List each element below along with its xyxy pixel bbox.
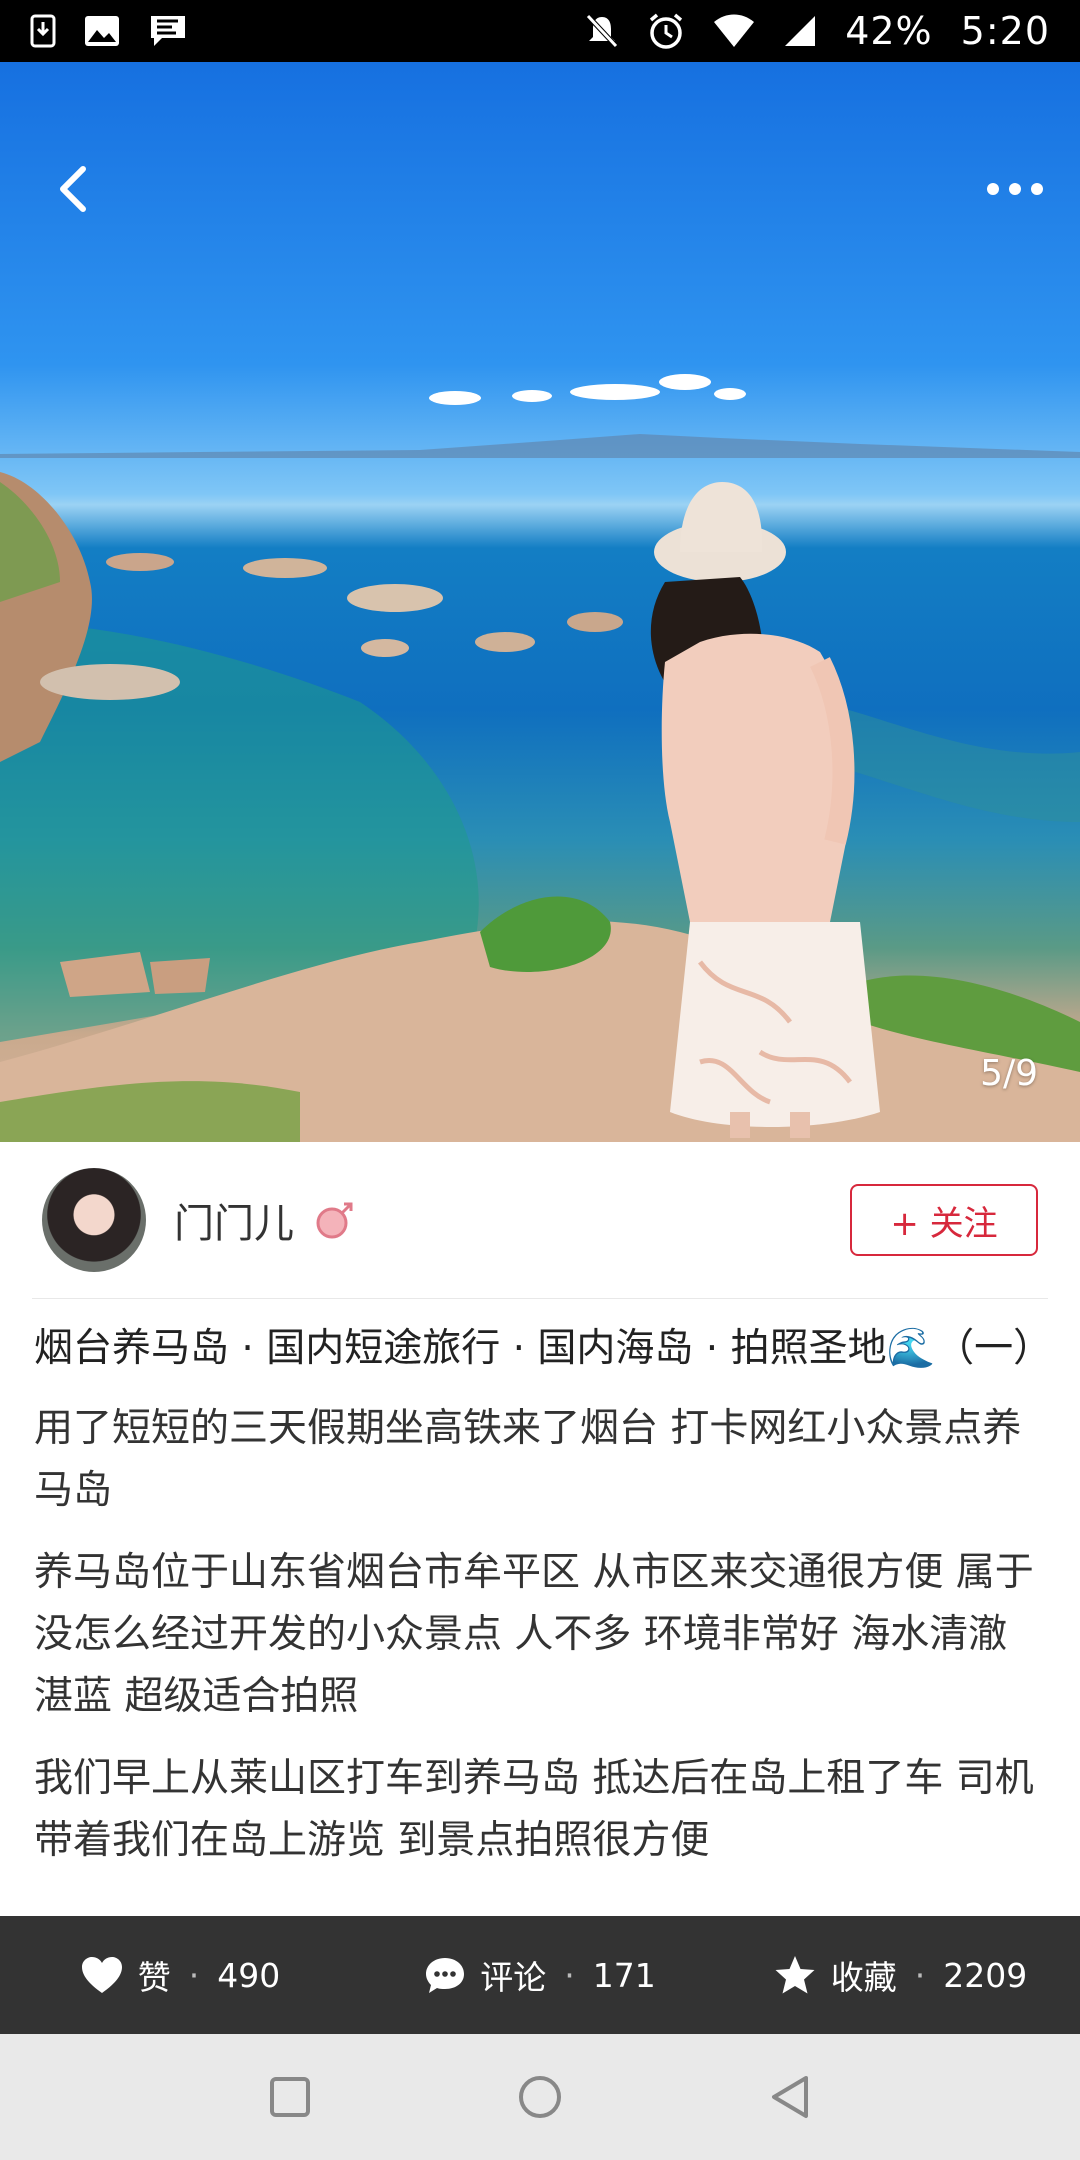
circle-icon <box>519 2076 561 2118</box>
chevron-left-icon <box>60 166 86 212</box>
post-title: 烟台养马岛 · 国内短途旅行 · 国内海岛 · 拍照圣地🌊（一） <box>34 1326 1044 1371</box>
separator-dot: · <box>914 1955 926 1995</box>
separator-dot: · <box>188 1955 200 1995</box>
status-right: 42% 5:20 <box>585 9 1050 53</box>
star-icon <box>775 1956 815 1994</box>
home-button[interactable] <box>505 2062 575 2132</box>
more-options-button[interactable] <box>970 144 1060 234</box>
divider <box>32 1298 1048 1299</box>
post-content[interactable]: 烟台养马岛 · 国内短途旅行 · 国内海岛 · 拍照圣地🌊（一） 用了短短的三天… <box>34 1310 1044 1914</box>
beach-photo <box>0 374 1080 1142</box>
triangle-back-icon <box>772 2076 808 2118</box>
author-row: 门门儿 + 关注 <box>0 1142 1080 1298</box>
download-icon <box>30 14 56 48</box>
separator-dot: · <box>564 1955 575 1995</box>
post-paragraph: 养马岛位于山东省烟台市牟平区 从市区来交通很方便 属于没怎么经过开发的小众景点 … <box>34 1550 1034 1719</box>
like-count: 490 <box>217 1955 281 1995</box>
comment-count: 171 <box>592 1955 656 1995</box>
heart-icon <box>81 1957 122 1993</box>
back-nav-button[interactable] <box>755 2062 825 2132</box>
system-nav-bar <box>0 2034 1080 2160</box>
wifi-icon <box>713 14 755 48</box>
alarm-icon <box>647 12 685 50</box>
post-image-carousel[interactable]: 5/9 <box>0 62 1080 1142</box>
square-icon <box>270 2077 310 2117</box>
image-icon <box>84 15 120 47</box>
favorite-button[interactable]: 收藏 · 2209 <box>720 1951 1080 1999</box>
image-page-indicator: 5/9 <box>980 1053 1038 1094</box>
like-button[interactable]: 赞 · 490 <box>0 1951 360 1999</box>
comment-icon <box>426 1958 465 1993</box>
recents-button[interactable] <box>255 2062 325 2132</box>
signal-icon <box>783 14 817 48</box>
more-dots-icon <box>987 183 1043 195</box>
post-paragraph: 我们早上从莱山区打车到养马岛 抵达后在岛上租了车 司机带着我们在岛上游览 到景点… <box>34 1756 1034 1863</box>
status-left-icons <box>30 13 188 49</box>
status-bar: 42% 5:20 <box>0 0 1080 62</box>
female-badge-icon <box>314 1199 356 1241</box>
mute-icon <box>585 13 619 49</box>
favorite-label: 收藏 <box>830 1958 897 1997</box>
avatar[interactable] <box>42 1168 146 1272</box>
like-label: 赞 <box>137 1958 171 1997</box>
author-name[interactable]: 门门儿 <box>174 1191 294 1249</box>
clock: 5:20 <box>960 9 1050 53</box>
comment-button[interactable]: 评论 · 171 <box>360 1951 720 1999</box>
action-bar: 赞 · 490 评论 · 171 收藏 · 2209 <box>0 1916 1080 2034</box>
back-button[interactable] <box>28 144 118 234</box>
battery-level: 42% <box>845 9 933 53</box>
favorite-count: 2209 <box>943 1955 1028 1995</box>
follow-button[interactable]: + 关注 <box>850 1184 1038 1256</box>
post-paragraph: 用了短短的三天假期坐高铁来了烟台 打卡网红小众景点养马岛 <box>34 1406 1022 1513</box>
chat-flag-icon <box>148 13 188 49</box>
comment-label: 评论 <box>480 1958 547 1997</box>
